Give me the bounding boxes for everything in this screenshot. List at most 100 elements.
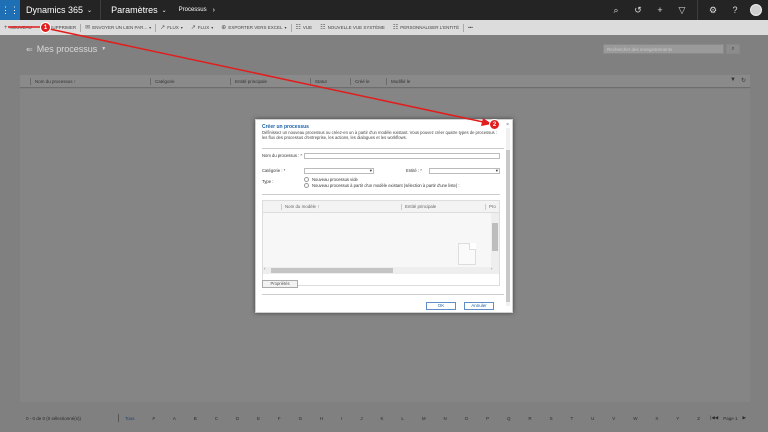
- command-7[interactable]: ☷ NOUVELLE VUE SYSTÈME: [316, 24, 389, 31]
- radio-button[interactable]: [304, 183, 309, 188]
- letter-filter-21[interactable]: T: [570, 416, 573, 421]
- dropdown-arrow-icon: ▾: [495, 168, 498, 173]
- column-template-name[interactable]: Nom du modèle ↑: [281, 204, 319, 210]
- letter-filter-16[interactable]: O: [465, 416, 469, 421]
- letter-filter-22[interactable]: U: [591, 416, 594, 421]
- page-title[interactable]: ⇐ Mes processus ▼: [26, 44, 106, 54]
- letter-filter-9[interactable]: H: [320, 416, 323, 421]
- page-title-text: Mes processus: [36, 44, 98, 54]
- entity-select[interactable]: ▾: [429, 168, 500, 174]
- letter-filter-3[interactable]: B: [194, 416, 197, 421]
- search-icon[interactable]: ⌕: [605, 5, 627, 16]
- column-header-2[interactable]: Entité principale: [230, 77, 310, 85]
- scroll-right-icon[interactable]: ›: [491, 266, 493, 271]
- letter-filter-0[interactable]: Tous: [125, 416, 135, 421]
- letter-filter-2[interactable]: A: [173, 416, 176, 421]
- help-icon[interactable]: ?: [724, 5, 746, 15]
- refresh-icon[interactable]: ↻: [741, 77, 746, 84]
- letter-filter-23[interactable]: V: [612, 416, 615, 421]
- category-select[interactable]: ▾: [304, 168, 374, 174]
- letter-filter-5[interactable]: D: [236, 416, 239, 421]
- letter-filter-11[interactable]: J: [360, 416, 362, 421]
- letter-filter-14[interactable]: M: [422, 416, 426, 421]
- column-header-4[interactable]: Créé le: [350, 77, 386, 85]
- scrollbar-thumb[interactable]: [492, 223, 498, 251]
- command-label: EXPORTER VERS EXCEL: [228, 25, 283, 30]
- radio-template-process[interactable]: Nouveau processus à partir d'un modèle e…: [304, 183, 460, 188]
- radio-button[interactable]: [304, 177, 309, 182]
- letter-filter-17[interactable]: P: [486, 416, 489, 421]
- cancel-button[interactable]: Annuler: [464, 302, 494, 310]
- command-icon: ↗: [160, 25, 166, 31]
- letter-filter-7[interactable]: F: [278, 416, 281, 421]
- command-8[interactable]: ☷ PERSONNALISER L'ENTITÉ: [389, 24, 463, 31]
- command-bar: +NOUVEAU🗑SUPPRIMER✉ENVOYER UN LIEN PAR..…: [0, 20, 768, 35]
- next-page-icon[interactable]: ▶: [743, 415, 746, 421]
- command-icon: ☷: [295, 25, 301, 31]
- command-5[interactable]: ⊕ EXPORTER VERS EXCEL ▾: [217, 24, 290, 31]
- area-nav[interactable]: Paramètres ⌄: [101, 5, 173, 15]
- chevron-right-icon: ›: [212, 6, 215, 14]
- letter-filter-8[interactable]: G: [299, 416, 303, 421]
- plus-icon[interactable]: +: [649, 5, 671, 15]
- command-label: NOUVEAU: [9, 25, 32, 30]
- command-icon: ☷: [320, 25, 326, 31]
- column-header-3[interactable]: Statut: [310, 77, 350, 85]
- letter-filter-19[interactable]: R: [528, 416, 531, 421]
- properties-button[interactable]: Propriétés: [262, 280, 298, 288]
- column-primary-entity[interactable]: Entité principale: [401, 204, 436, 210]
- template-list: Nom du modèle ↑ Entité principale Pro ‹ …: [262, 200, 500, 286]
- scrollbar-thumb[interactable]: [506, 150, 510, 302]
- command-6[interactable]: ☷ VUE: [292, 24, 317, 31]
- letter-filter-26[interactable]: Y: [676, 416, 679, 421]
- letter-filter-25[interactable]: X: [655, 416, 658, 421]
- radio-blank-process[interactable]: Nouveau processus vide: [304, 177, 358, 182]
- command-label: ENVOYER UN LIEN PAR...: [92, 25, 148, 30]
- letter-filter-6[interactable]: E: [257, 416, 260, 421]
- app-title[interactable]: Dynamics 365 ⌄: [20, 5, 100, 15]
- process-name-input[interactable]: [304, 153, 500, 159]
- scroll-left-icon[interactable]: ‹: [264, 266, 266, 271]
- filter-icon[interactable]: ▽: [671, 5, 693, 16]
- column-header-5[interactable]: Modifié le: [386, 77, 446, 85]
- column-header-1[interactable]: Catégorie: [150, 77, 230, 85]
- ok-button[interactable]: OK: [426, 302, 456, 310]
- history-icon[interactable]: ↺: [627, 5, 649, 16]
- letter-filter-1[interactable]: #: [152, 416, 155, 421]
- filter-icon[interactable]: ▼: [730, 77, 736, 84]
- command-0[interactable]: + NOUVEAU: [0, 25, 36, 31]
- area-label: Paramètres: [111, 5, 158, 15]
- app-launcher-icon[interactable]: ⋮⋮: [0, 0, 20, 20]
- command-4[interactable]: ↗ FLUX ▾: [187, 24, 218, 31]
- column-process-type[interactable]: Pro: [485, 204, 496, 210]
- letter-filter-13[interactable]: L: [401, 416, 404, 421]
- command-3[interactable]: ↗ FLUX ▾: [156, 24, 187, 31]
- letter-filter-18[interactable]: Q: [507, 416, 511, 421]
- command-icon: ☷: [392, 25, 399, 31]
- avatar[interactable]: [750, 4, 762, 16]
- view-icon: ⇐: [26, 44, 33, 54]
- scrollbar-thumb[interactable]: [271, 268, 393, 273]
- gear-icon[interactable]: ⚙: [702, 5, 724, 16]
- command-label: SUPPRIMER: [49, 25, 77, 30]
- letter-filter-24[interactable]: W: [633, 416, 637, 421]
- template-horizontal-scrollbar[interactable]: ‹ ›: [263, 266, 499, 274]
- create-process-dialog: Créer un processus × Définissez un nouve…: [255, 119, 513, 313]
- annotation-marker-1: 1: [40, 22, 51, 33]
- letter-filter-15[interactable]: N: [443, 416, 446, 421]
- first-page-icon[interactable]: |◀◀: [710, 415, 718, 421]
- letter-filter-20[interactable]: S: [550, 416, 553, 421]
- search-input[interactable]: Rechercher des enregistrements: [603, 44, 724, 54]
- subarea-nav[interactable]: Processus ›: [173, 7, 221, 14]
- template-vertical-scrollbar[interactable]: [491, 213, 499, 267]
- command-2[interactable]: ✉ ENVOYER UN LIEN PAR... ▾: [81, 24, 155, 31]
- letter-filter-27[interactable]: Z: [697, 416, 700, 421]
- search-icon[interactable]: ⌕: [726, 44, 740, 54]
- dialog-scrollbar[interactable]: [506, 128, 510, 306]
- letter-filter-12[interactable]: K: [380, 416, 383, 421]
- divider: [262, 294, 504, 295]
- letter-filter-4[interactable]: C: [215, 416, 218, 421]
- column-header-0[interactable]: Nom du processus ↑: [30, 77, 150, 85]
- command-9[interactable]: •••: [464, 25, 477, 30]
- letter-filter-10[interactable]: I: [341, 416, 342, 421]
